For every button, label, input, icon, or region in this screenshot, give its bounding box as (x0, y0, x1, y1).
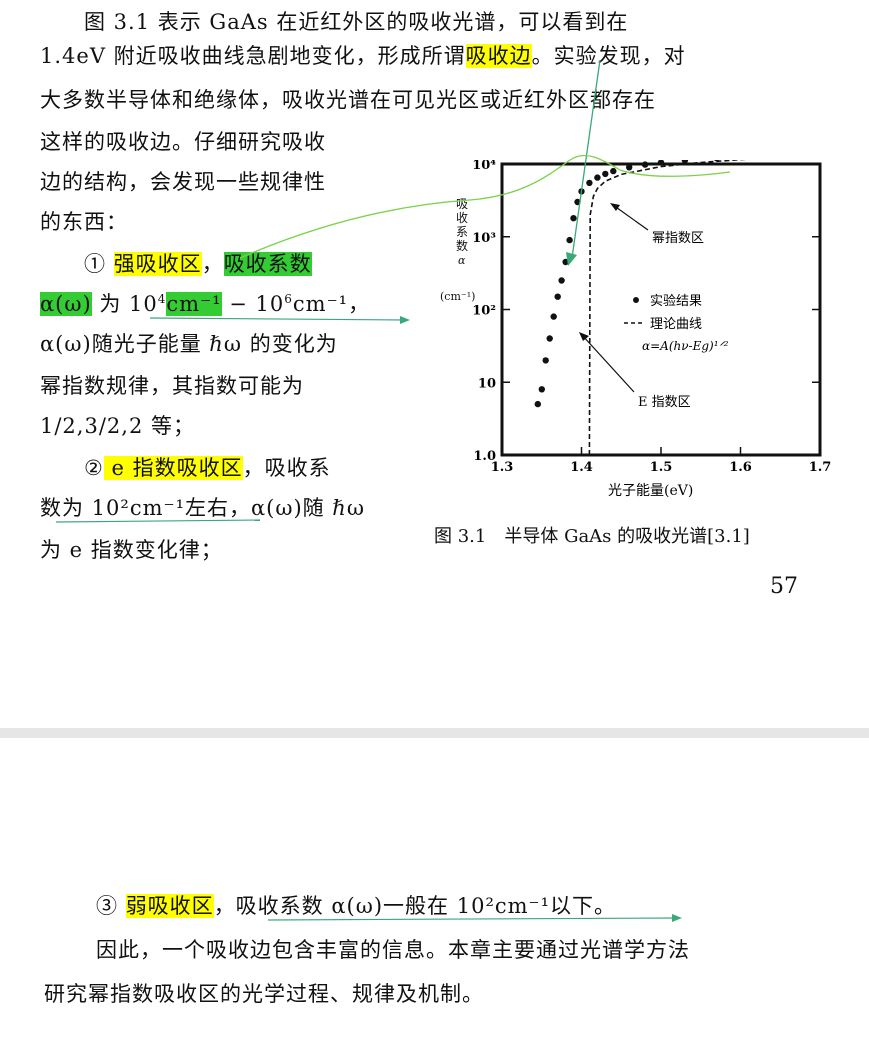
para-line-2: 1.4eV 附近吸收曲线急剧地变化，形成所谓吸收边。实验发现，对 (40, 42, 686, 70)
para-line-1: 图 3.1 表示 GaAs 在近红外区的吸收光谱，可以看到在 (84, 10, 629, 34)
alpha-omega-highlight: α(ω) (40, 292, 92, 316)
para-line-3: 大多数半导体和绝缘体，吸收光谱在可见光区或近红外区都存在 (40, 88, 656, 112)
para-line-5: 边的结构，会发现一些规律性 (40, 170, 326, 194)
item2-marker: ② (84, 456, 104, 480)
experimental-point (542, 357, 549, 364)
green-underline-1-arrowhead-icon (400, 316, 410, 324)
experimental-point (626, 164, 633, 171)
item1-exp6: 6 (284, 292, 293, 306)
item2-line-1: ② e 指数吸收区，吸收系 (84, 454, 331, 482)
item1-unit-tail: cm⁻¹， (292, 292, 371, 316)
absorption-spectrum-figure: 10⁴10³10²101.01.3 1.4 1.5 1.6 1.7 吸 收 系 数 α … (440, 160, 832, 499)
experimental-point (554, 293, 561, 300)
x-tick-label: 1.7 (809, 460, 832, 475)
power-annot-arrowhead-icon (610, 203, 620, 211)
experimental-point (570, 215, 577, 222)
item1-range-tail: − 10 (221, 292, 285, 316)
x-tick-label: 1.3 (491, 460, 514, 475)
x-tick-label: 1.4 (570, 460, 593, 475)
item3-line-1: ③ 弱吸收区，吸收系数 α(ω)一般在 10²cm⁻¹以下。 (96, 892, 616, 920)
weak-absorption-highlight: 弱吸收区 (125, 894, 214, 918)
e-exponential-highlight: e 指数吸收区 (103, 456, 243, 480)
para-line-2-head: 1.4eV 附近吸收曲线急剧地变化，形成所谓 (40, 44, 466, 68)
item1-line-5: 1/2,3/2,2 等； (40, 414, 195, 438)
plot-frame (500, 162, 822, 457)
experimental-point (546, 335, 553, 342)
ylabel-char-3: 系 (456, 225, 468, 239)
y-tick-label: 10⁴ (472, 160, 496, 173)
item2-line-3: 为 e 指数变化律； (40, 538, 223, 562)
y-tick-label: 10³ (472, 231, 496, 246)
ylabel-alpha: α (458, 254, 466, 267)
experimental-point (538, 386, 545, 393)
annot-power: 幂指数区 (652, 231, 704, 246)
para-line-2-tail: 。实验发现，对 (531, 44, 686, 68)
legend-dot-icon (633, 297, 639, 303)
x-tick-label: 1.5 (650, 460, 673, 475)
item3-tail: ，吸收系数 α(ω)一般在 10²cm⁻¹以下。 (213, 894, 617, 918)
ylabel-char-2: 收 (456, 211, 468, 225)
figure-caption: 图 3.1 半导体 GaAs 的吸收光谱[3.1] (434, 526, 750, 547)
item1-comma: ， (201, 252, 224, 276)
p2-line-3: 研究幂指数吸收区的光学过程、规律及机制。 (44, 982, 484, 1006)
ylabel-unit: (cm⁻¹) (440, 290, 475, 303)
item1-line-1: ① 强吸收区，吸收系数 (84, 250, 312, 278)
formula-label: α=A(hν-Eg)¹ᐟ² (642, 339, 729, 353)
legend-theory-label: 理论曲线 (650, 317, 702, 332)
ylabel-group: 吸 收 系 数 α (cm⁻¹) (440, 197, 475, 303)
experimental-point (594, 174, 601, 181)
experimental-point (550, 313, 557, 320)
strong-absorption-highlight: 强吸收区 (113, 252, 202, 276)
unit-highlight: cm⁻¹ (166, 292, 222, 316)
experimental-point (534, 400, 541, 408)
y-tick-label: 10 (478, 376, 496, 391)
legend-exp-label: 实验结果 (650, 293, 702, 309)
x-tick-label: 1.6 (729, 460, 752, 475)
experimental-point (562, 258, 569, 266)
xlabel: 光子能量(eV) (608, 483, 693, 499)
item1-line-4: 幂指数规律，其指数可能为 (40, 374, 304, 398)
item1-line-2: α(ω) 为 104cm⁻¹ − 106cm⁻¹， (40, 290, 370, 318)
experimental-point (641, 161, 649, 168)
absorption-edge-highlight: 吸收边 (465, 44, 532, 68)
item2-line-2: 数为 10²cm⁻¹左右，α(ω)随 ℏω (40, 496, 366, 520)
exp-annot-arrowhead-icon (579, 332, 589, 341)
green-underline-1 (149, 317, 406, 321)
page-number: 57 (770, 574, 798, 599)
y-tick-label: 10² (472, 304, 496, 319)
ylabel-char-1: 吸 (456, 197, 468, 211)
item1-line-3: α(ω)随光子能量 ℏω 的变化为 (40, 332, 338, 356)
experimental-point (578, 188, 585, 195)
p2-line-2: 因此，一个吸收边包含丰富的信息。本章主要通过光谱学方法 (96, 938, 690, 962)
experimental-point (610, 167, 617, 175)
item2-tail: ，吸收系 (242, 456, 331, 480)
ylabel-char-4: 数 (456, 238, 468, 253)
para-line-4: 这样的吸收边。仔细研究吸收 (40, 130, 326, 154)
item3-marker: ③ (96, 894, 118, 918)
page-separator (0, 728, 869, 738)
experimental-point (566, 236, 573, 244)
experimental-point (586, 179, 593, 187)
experimental-point (602, 170, 609, 178)
green-underline-3-arrowhead-icon (672, 914, 682, 922)
experimental-point (558, 277, 565, 284)
item1-marker: ① (84, 252, 106, 276)
experimental-point (574, 198, 581, 206)
power-annot-arrow (612, 204, 649, 231)
para-line-6: 的东西： (40, 210, 128, 234)
annot-exp: E 指数区 (638, 395, 691, 410)
absorption-coef-highlight: 吸收系数 (223, 252, 312, 276)
item1-wei: 为 10 (91, 292, 158, 316)
